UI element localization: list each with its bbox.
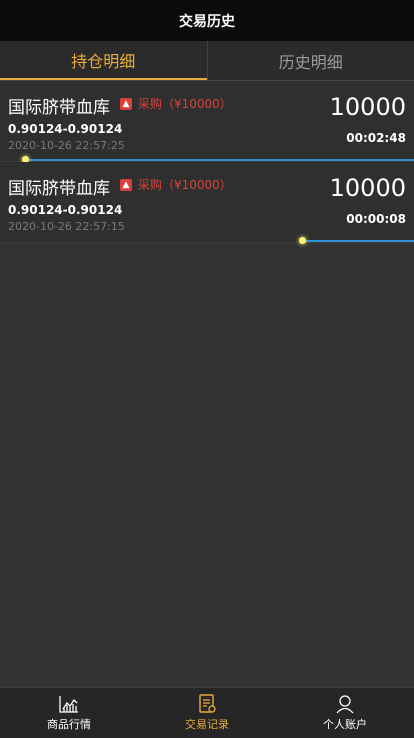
tab-market[interactable]: 商品行情 <box>0 688 138 738</box>
price-range: 0.90124-0.90124 <box>8 122 123 136</box>
item-name: 国际脐带血库 <box>8 179 110 199</box>
document-icon <box>199 694 216 713</box>
countdown-timer: 00:00:08 <box>346 212 406 226</box>
top-header: 交易历史 <box>0 0 414 41</box>
tab-bar-top: 持仓明细 历史明细 <box>0 41 414 81</box>
countdown-timer: 00:02:48 <box>346 131 406 145</box>
user-icon <box>336 695 354 714</box>
item-name: 国际脐带血库 <box>8 98 110 118</box>
countdown-progress <box>0 237 414 244</box>
trade-amount: 10000 <box>329 174 406 202</box>
tab-history-label: 历史明细 <box>278 52 343 72</box>
trade-amount: 10000 <box>329 93 406 121</box>
tab-history[interactable]: 历史明细 <box>206 41 414 80</box>
chart-icon <box>59 696 78 713</box>
progress-fill <box>302 240 414 242</box>
tab-market-label: 商品行情 <box>47 718 91 731</box>
tab-account-label: 个人账户 <box>323 718 367 731</box>
tab-account[interactable]: 个人账户 <box>276 688 414 738</box>
bottom-tab-bar: 商品行情 交易记录 个人账户 <box>0 687 414 738</box>
trade-type-label: 采购（¥10000） <box>138 97 232 111</box>
trade-type-badge: ▲ 采购（¥10000） <box>120 176 232 193</box>
trade-time: 2020-10-26 22:57:15 <box>8 220 125 233</box>
tab-positions-label: 持仓明细 <box>71 51 136 71</box>
progress-fill <box>24 159 414 161</box>
list-item[interactable]: 国际脐带血库 ▲ 采购（¥10000） 0.90124-0.90124 2020… <box>0 162 414 244</box>
progress-dot <box>299 237 307 244</box>
price-range: 0.90124-0.90124 <box>8 203 123 217</box>
trade-type-label: 采购（¥10000） <box>138 178 232 192</box>
countdown-progress <box>0 156 414 163</box>
position-list: 国际脐带血库 ▲ 采购（¥10000） 0.90124-0.90124 2020… <box>0 81 414 244</box>
trade-type-badge: ▲ 采购（¥10000） <box>120 95 232 112</box>
list-item[interactable]: 国际脐带血库 ▲ 采购（¥10000） 0.90124-0.90124 2020… <box>0 81 414 163</box>
arrow-up-icon: ▲ <box>120 97 132 110</box>
tab-records[interactable]: 交易记录 <box>138 688 276 738</box>
arrow-up-icon: ▲ <box>120 178 132 191</box>
tab-positions[interactable]: 持仓明细 <box>0 41 207 80</box>
page-title: 交易历史 <box>179 13 235 30</box>
trade-time: 2020-10-26 22:57:25 <box>8 139 125 152</box>
tab-records-label: 交易记录 <box>185 718 229 731</box>
